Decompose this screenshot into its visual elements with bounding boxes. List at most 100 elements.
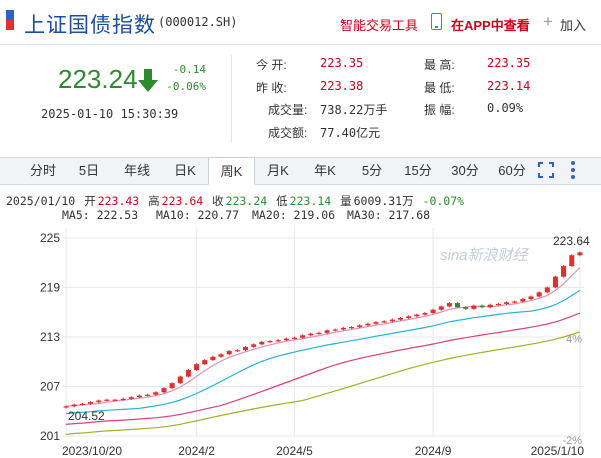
candle-vol-label: 量	[340, 194, 352, 208]
candle-body	[316, 332, 322, 335]
tab-60min[interactable]: 60分	[489, 157, 535, 185]
candle-body	[577, 252, 583, 256]
y-tick-label: 219	[40, 280, 60, 294]
fullscreen-icon[interactable]	[538, 162, 554, 178]
header-divider	[0, 44, 601, 45]
max-price-label: 223.64	[553, 234, 590, 248]
candle-body	[251, 344, 257, 347]
view-in-app-link[interactable]: 在APP中查看	[451, 15, 530, 34]
candle-low-label: 低	[276, 194, 288, 208]
candle-close: 223.24	[225, 194, 268, 208]
open-value: 223.35	[320, 56, 364, 70]
candle-body	[487, 304, 493, 308]
candle-body	[512, 301, 518, 303]
candle-body	[234, 350, 240, 352]
tab-weekly-k[interactable]: 周K	[208, 157, 255, 185]
candles	[63, 251, 583, 409]
candle-body	[389, 319, 395, 322]
tab-15min[interactable]: 15分	[395, 157, 441, 185]
add-watchlist-button[interactable]: 加入	[560, 15, 586, 34]
x-tick-label: 2024/9	[415, 444, 452, 458]
pct-tick-label: 4%	[566, 334, 582, 346]
candle-body	[349, 327, 355, 329]
high-label: 最 高:	[424, 58, 455, 72]
candle-body	[218, 354, 224, 357]
index-logo-icon	[6, 10, 14, 30]
candle-body	[104, 399, 110, 401]
candle-body	[308, 333, 314, 336]
candle-body	[259, 341, 265, 345]
candle-body	[536, 292, 542, 297]
tab-yearly-k[interactable]: 年K	[301, 157, 349, 185]
volume-label: 成交量:	[268, 103, 308, 117]
low-value: 223.14	[487, 79, 531, 93]
candle-body	[275, 340, 281, 342]
candle-body	[185, 369, 191, 377]
candle-body	[528, 296, 534, 299]
candle-body	[96, 400, 102, 403]
candle-body	[161, 388, 167, 393]
prev-close-value: 223.38	[320, 79, 364, 93]
candle-body	[544, 287, 550, 293]
tab-5day[interactable]: 5日	[66, 157, 112, 185]
candle-body	[283, 338, 289, 341]
candle-body	[63, 406, 69, 408]
plus-icon[interactable]: +	[543, 12, 553, 32]
candle-body	[414, 314, 420, 317]
candle-body	[324, 330, 330, 333]
candle-body	[463, 307, 469, 309]
candle-body	[455, 303, 461, 308]
candle-body	[136, 395, 143, 398]
candle-body	[177, 376, 183, 384]
candle-body	[479, 305, 485, 308]
kline-chart[interactable]: sina新浪财经 2252192132072014%-2% 2023/10/20…	[0, 222, 601, 458]
y-tick-label: 201	[40, 429, 60, 443]
ma-lines	[66, 267, 581, 435]
candle-low: 223.14	[289, 194, 332, 208]
low-label: 最 低:	[424, 81, 455, 95]
phone-icon	[431, 13, 442, 30]
candle-body	[112, 399, 118, 401]
candle-high-label: 高	[148, 194, 160, 208]
candle-body	[291, 337, 297, 339]
tab-monthly-k[interactable]: 月K	[255, 157, 301, 185]
tab-daily-k[interactable]: 日K	[162, 157, 208, 185]
ma5-label: MA5: 222.53	[62, 208, 139, 222]
price-change-pct: -0.06%	[166, 80, 206, 93]
tab-30min[interactable]: 30分	[441, 157, 489, 185]
candle-body	[120, 398, 126, 401]
candle-body	[495, 303, 501, 306]
candle-body	[381, 321, 387, 323]
x-tick-label: 2023/10/20	[62, 444, 122, 458]
candle-body	[88, 402, 94, 404]
min-price-label: 204.52	[68, 409, 105, 423]
amplitude-label: 振 幅:	[424, 103, 455, 117]
candle-body	[561, 265, 567, 277]
candle-body	[446, 303, 452, 307]
x-axis: 2023/10/20 2024/2 2024/5 2024/9 2025/1/10	[62, 444, 584, 458]
quote-time: 2025-01-10 15:30:39	[41, 107, 179, 121]
prev-close-label: 昨 收:	[256, 81, 287, 95]
candle-body	[300, 335, 306, 338]
amplitude-value: 0.09%	[487, 101, 524, 115]
more-options-icon[interactable]	[570, 160, 576, 180]
tab-5min[interactable]: 5分	[349, 157, 395, 185]
high-value: 223.35	[487, 56, 531, 70]
smart-trade-link[interactable]: 智能交易工具	[340, 15, 418, 34]
candle-body	[332, 329, 338, 331]
candle-body	[520, 298, 526, 302]
candle-body	[267, 341, 273, 343]
watermark-text: sina新浪财经	[440, 247, 530, 264]
candle-body	[145, 394, 151, 396]
candle-body	[242, 346, 249, 351]
candle-close-label: 收	[212, 194, 224, 208]
candle-pct: -0.07%	[422, 194, 465, 208]
candle-body	[430, 309, 436, 314]
tab-intraday[interactable]: 分时	[20, 157, 66, 185]
x-tick-label: 2025/1/10	[531, 444, 585, 458]
candle-body	[153, 392, 159, 395]
x-tick-label: 2024/5	[276, 444, 313, 458]
candle-body	[438, 306, 444, 310]
tab-yearline[interactable]: 年线	[112, 157, 162, 185]
candle-body	[397, 317, 404, 320]
